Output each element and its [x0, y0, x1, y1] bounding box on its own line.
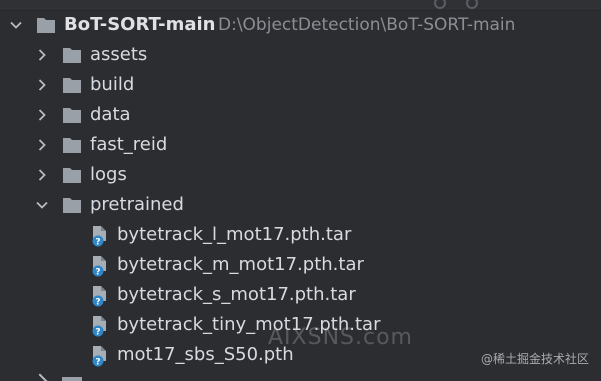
chevron-right-icon[interactable]: [34, 77, 50, 93]
svg-text:?: ?: [95, 298, 100, 308]
source-badge: @稀土掘金技术社区: [480, 352, 589, 366]
chevron-down-icon[interactable]: [34, 197, 50, 213]
unknown-file-icon: ?: [90, 285, 110, 307]
unknown-file-icon: ?: [90, 315, 110, 337]
file-label: bytetrack_s_mot17.pth.tar: [117, 284, 356, 305]
chevron-down-icon[interactable]: [8, 17, 24, 33]
tree-folder-row[interactable]: data: [0, 100, 601, 130]
chevron-right-icon[interactable]: [34, 137, 50, 153]
svg-text:?: ?: [95, 268, 100, 278]
folder-label: pretrained: [90, 194, 184, 215]
chevron-right-icon[interactable]: [34, 107, 50, 123]
folder-icon: [62, 377, 82, 381]
project-name: BoT-SORT-main: [64, 14, 216, 35]
tree-file-row[interactable]: ? bytetrack_l_mot17.pth.tar: [0, 220, 601, 250]
folder-label: logs: [90, 164, 127, 185]
folder-icon: [62, 166, 82, 184]
chevron-right-icon[interactable]: [34, 167, 50, 183]
settings-icon[interactable]: [434, 0, 446, 9]
tree-file-row[interactable]: ? bytetrack_m_mot17.pth.tar: [0, 250, 601, 280]
folder-icon: [62, 106, 82, 124]
tree-folder-row[interactable]: fast_reid: [0, 130, 601, 160]
watermark: AIXSNS.com: [268, 325, 413, 350]
svg-text:?: ?: [95, 358, 100, 368]
folder-icon: [36, 16, 56, 34]
folder-label: data: [90, 104, 131, 125]
unknown-file-icon: ?: [90, 345, 110, 367]
unknown-file-icon: ?: [90, 225, 110, 247]
settings-icon[interactable]: [466, 0, 478, 9]
project-tree: BoT-SORT-main D:\ObjectDetection\BoT-SOR…: [0, 10, 601, 370]
file-label: bytetrack_m_mot17.pth.tar: [117, 254, 364, 275]
tree-folder-row[interactable]: build: [0, 70, 601, 100]
tree-root-row[interactable]: BoT-SORT-main D:\ObjectDetection\BoT-SOR…: [0, 10, 601, 40]
folder-icon: [62, 136, 82, 154]
folder-label: build: [90, 74, 135, 95]
tree-folder-row[interactable]: pretrained: [0, 190, 601, 220]
tree-folder-row[interactable]: logs: [0, 160, 601, 190]
svg-text:?: ?: [95, 328, 100, 338]
tree-folder-row-partial[interactable]: [0, 372, 601, 381]
svg-text:?: ?: [95, 238, 100, 248]
folder-icon: [62, 76, 82, 94]
tree-file-row[interactable]: ? bytetrack_s_mot17.pth.tar: [0, 280, 601, 310]
project-path: D:\ObjectDetection\BoT-SORT-main: [218, 15, 516, 35]
folder-icon: [62, 196, 82, 214]
folder-label: fast_reid: [90, 134, 168, 155]
chevron-right-icon[interactable]: [31, 373, 49, 381]
tree-folder-row[interactable]: assets: [0, 40, 601, 70]
folder-icon: [62, 46, 82, 64]
chevron-right-icon[interactable]: [34, 47, 50, 63]
file-label: bytetrack_l_mot17.pth.tar: [117, 224, 352, 245]
unknown-file-icon: ?: [90, 255, 110, 277]
folder-label: assets: [90, 44, 148, 65]
